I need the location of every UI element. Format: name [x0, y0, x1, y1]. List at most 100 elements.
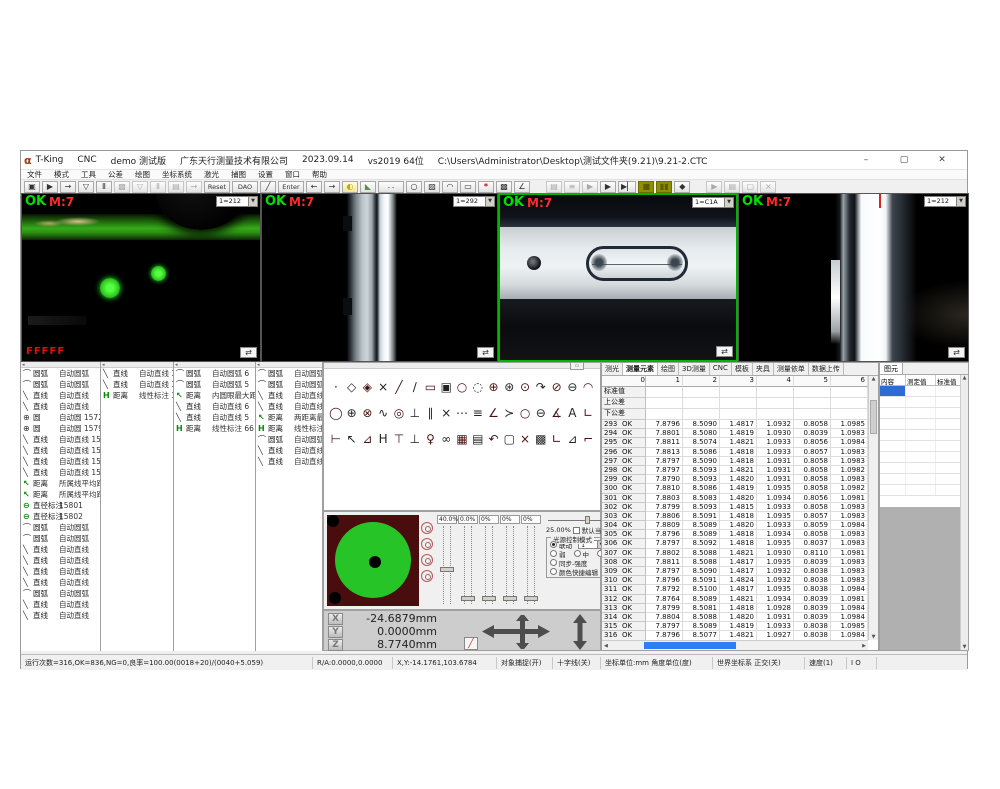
chevron-down-icon[interactable]: ▼	[485, 197, 494, 206]
feature-item[interactable]: ⌒圆弧自动圆弧 6	[174, 368, 255, 379]
feature-item[interactable]: ╲直线自动直线 3	[256, 390, 322, 401]
toolbar-icon-button[interactable]: ◣	[360, 181, 376, 193]
tool-icon[interactable]: ∟	[580, 405, 596, 421]
toolbar-icon-button[interactable]: ▣	[24, 181, 40, 193]
table-row[interactable]: 307OK7.88028.50881.48211.09300.81101.098…	[602, 549, 868, 558]
feature-item[interactable]: H距离线性标注 66	[174, 423, 255, 434]
pan-icon[interactable]: ⇄	[716, 346, 733, 357]
element-row[interactable]	[880, 474, 968, 485]
toolbar-icon-button[interactable]: Ⅱ	[96, 181, 112, 193]
tool-icon[interactable]: ⊿	[564, 431, 580, 447]
camera-scale-combo[interactable]: 1=C1A▼	[692, 197, 734, 208]
table-hscrollbar[interactable]: ◀▶	[602, 640, 868, 650]
toolbar-icon-button[interactable]: Ⅱ	[150, 181, 166, 193]
tool-icon[interactable]: ↷	[533, 379, 549, 395]
menu-item-绘图[interactable]: 绘图	[129, 169, 156, 180]
menu-item-坐标系统[interactable]: 坐标系统	[156, 169, 198, 180]
table-row[interactable]: 293OK7.87968.50901.48171.09320.80581.098…	[602, 420, 868, 429]
slider-track[interactable]	[527, 526, 535, 604]
table-row[interactable]: 303OK7.88068.50911.48181.09350.80571.098…	[602, 512, 868, 521]
camera-scale-combo[interactable]: 1=212▼	[924, 196, 966, 207]
tool-icon[interactable]: ♀	[423, 431, 439, 447]
feature-item[interactable]: ⌒圆弧自动圆弧 5	[256, 379, 322, 390]
maximize-button[interactable]: ▢	[893, 153, 915, 168]
ring-option-icon[interactable]	[421, 570, 433, 582]
toolbar-button-dao[interactable]: DAO	[232, 181, 258, 193]
tab-CNC[interactable]: CNC	[710, 363, 732, 375]
toolbar-icon-button[interactable]: ≡	[564, 181, 580, 193]
table-row[interactable]: 297OK7.87978.50901.48181.09310.80581.098…	[602, 457, 868, 466]
table-row[interactable]: 296OK7.88138.50861.48181.09330.80571.098…	[602, 448, 868, 457]
camera-scale-combo[interactable]: 1=292▼	[453, 196, 495, 207]
tool-icon[interactable]: ▩	[533, 431, 549, 447]
toolbar-icon-button[interactable]: ∠	[514, 181, 530, 193]
tool-icon[interactable]: A	[564, 405, 580, 421]
radio-weak[interactable]	[550, 550, 557, 557]
tool-icon[interactable]: ×	[438, 405, 454, 421]
element-row[interactable]	[880, 419, 968, 430]
feature-item[interactable]: ╲直线自动直线	[21, 544, 100, 555]
toolbar-icon-button[interactable]: ←	[306, 181, 322, 193]
minimize-button[interactable]: –	[855, 153, 877, 168]
tool-icon[interactable]: ↖	[344, 431, 360, 447]
feature-item[interactable]: ╲直线自动直线 15	[21, 467, 100, 478]
table-row[interactable]: 298OK7.87978.50931.48211.09310.80581.098…	[602, 466, 868, 475]
feature-item[interactable]: ⊕圆自动圆 15722	[21, 412, 100, 423]
table-row[interactable]: 304OK7.88098.50891.48201.09330.80591.098…	[602, 521, 868, 530]
title-bar[interactable]: α T-King CNC demo 测试版 广东天行测量技术有限公司 2023.…	[21, 151, 967, 170]
tool-icon[interactable]: ⊖	[564, 379, 580, 395]
pan-icon[interactable]: ⇄	[477, 347, 494, 358]
feature-item[interactable]: ╲直线自动直线 15	[21, 434, 100, 445]
tool-icon[interactable]: ↶	[486, 431, 502, 447]
toolbar-button-enter[interactable]: Enter	[278, 181, 304, 193]
tool-icon[interactable]: ·	[328, 379, 344, 395]
element-panel-scrollbar[interactable]: ▲▼	[960, 375, 968, 650]
radio-sync[interactable]	[550, 559, 557, 566]
feature-item[interactable]: ⊖直径标注15801	[21, 500, 100, 511]
toolbar-icon-button[interactable]: ◆	[674, 181, 690, 193]
toolbar-icon-button[interactable]: ▽	[132, 181, 148, 193]
chevron-down-icon[interactable]: ▼	[724, 198, 733, 207]
ring-light-control[interactable]	[327, 515, 419, 606]
tab-测光[interactable]: 测光	[602, 363, 623, 375]
toolbar-icon-button[interactable]: ▤	[724, 181, 740, 193]
table-row[interactable]: 301OK7.88038.50831.48201.09340.80561.098…	[602, 494, 868, 503]
chevron-down-icon[interactable]: ▼	[248, 197, 257, 206]
menu-item-激光[interactable]: 激光	[198, 169, 225, 180]
toolbar-icon-button[interactable]: ○	[406, 181, 422, 193]
feature-item[interactable]: ⌒圆弧自动圆弧 5	[174, 379, 255, 390]
toolbar-icon-button[interactable]: ▩	[496, 181, 512, 193]
toolbar-icon-button[interactable]: ▶	[600, 181, 616, 193]
pan-icon[interactable]: ⇄	[240, 347, 257, 358]
table-row[interactable]: 302OK7.87998.50931.48151.09330.80581.098…	[602, 503, 868, 512]
table-row[interactable]: 313OK7.87998.50811.48181.09280.80391.098…	[602, 604, 868, 613]
feature-item[interactable]: ╲直线自动直线 5	[174, 412, 255, 423]
table-row[interactable]: 294OK7.88018.50801.48191.09300.80391.098…	[602, 429, 868, 438]
toolbar-icon-button[interactable]: ▭	[460, 181, 476, 193]
feature-item[interactable]: ╲直线自动直线	[21, 555, 100, 566]
table-row[interactable]: 316OK7.87968.50771.48211.09270.80381.098…	[602, 631, 868, 640]
palette-window-icon[interactable]: ▭	[570, 362, 584, 370]
feature-item[interactable]: ⌒圆弧自动圆弧	[21, 379, 100, 390]
tool-icon[interactable]: ⊗	[360, 405, 376, 421]
tool-icon[interactable]: ⊕	[344, 405, 360, 421]
slider-thumb[interactable]	[482, 596, 496, 601]
toolbar-icon-button[interactable]: ▨	[424, 181, 440, 193]
tool-icon[interactable]: ∠	[486, 405, 502, 421]
table-row[interactable]: 299OK7.87908.50931.48201.09310.80581.098…	[602, 475, 868, 484]
table-vscrollbar[interactable]: ▲▼	[868, 376, 878, 640]
camera-panel-2[interactable]: OK M:7 1=292▼ ⇄	[261, 193, 498, 362]
tool-icon[interactable]: ╱	[391, 379, 407, 395]
feature-item[interactable]: H距离线性标注 34	[101, 390, 173, 401]
tool-icon[interactable]: ∿	[375, 405, 391, 421]
feature-item[interactable]: ╲直线自动直线	[21, 401, 100, 412]
tool-icon[interactable]: ▤	[470, 431, 486, 447]
tool-icon[interactable]: ∞	[438, 431, 454, 447]
tab-数据上传[interactable]: 数据上传	[809, 363, 844, 375]
table-row[interactable]: 315OK7.87978.50891.48191.09330.80381.098…	[602, 622, 868, 631]
slider-track[interactable]	[506, 526, 514, 604]
ring-option-icon[interactable]	[421, 522, 433, 534]
element-row[interactable]	[880, 452, 968, 463]
toolbar-icon-button[interactable]: ▮▮	[656, 181, 672, 193]
toolbar-icon-button[interactable]: ◐	[342, 181, 358, 193]
